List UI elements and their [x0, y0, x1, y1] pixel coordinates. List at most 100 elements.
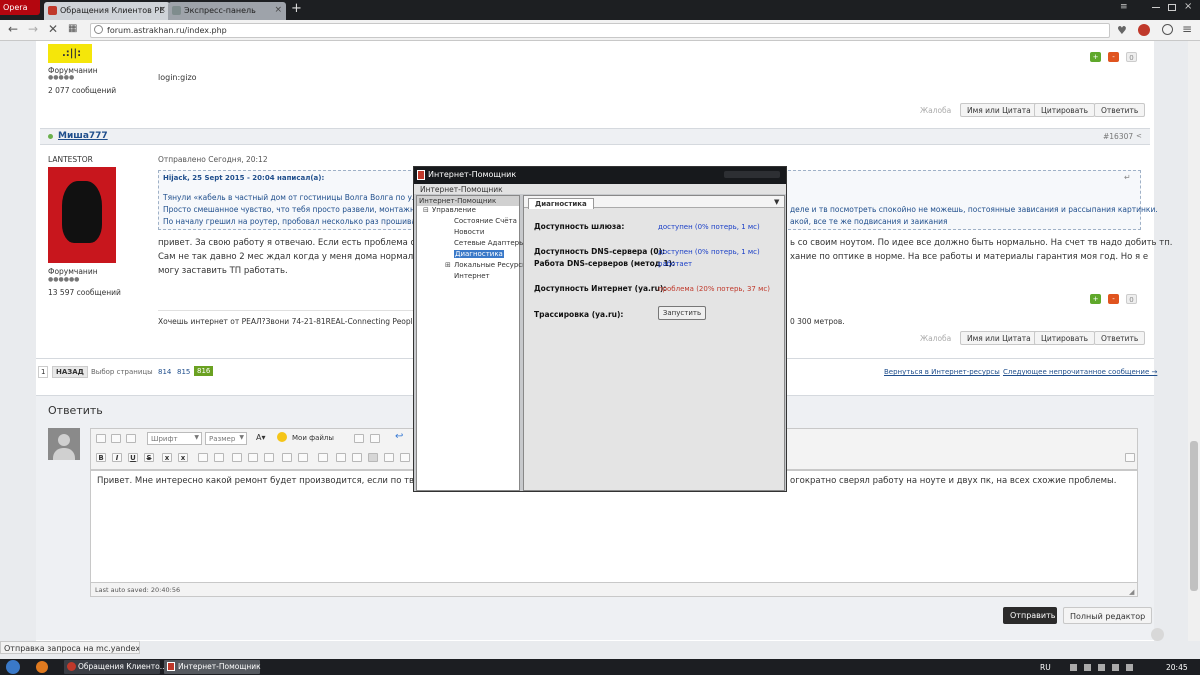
- toolbar-collapse-icon[interactable]: [1125, 453, 1135, 462]
- tray-icon[interactable]: [1112, 664, 1119, 671]
- vote-up-button[interactable]: +: [1090, 52, 1101, 62]
- subscript-button[interactable]: x: [162, 453, 172, 462]
- scrollbar-thumb[interactable]: [1190, 441, 1198, 591]
- tree-item[interactable]: Сетевые Адаптеры: [417, 239, 525, 250]
- tree-item[interactable]: ⊟ Управление: [417, 206, 519, 217]
- vote-down-button[interactable]: -: [1108, 294, 1119, 304]
- paste-icon[interactable]: [318, 453, 328, 462]
- window-controls[interactable]: ×: [1150, 1, 1196, 15]
- pagination-back[interactable]: НАЗАД: [52, 366, 88, 378]
- insert-image-icon[interactable]: [264, 453, 274, 462]
- pagination-page[interactable]: 815: [177, 368, 190, 376]
- link-icon[interactable]: [232, 453, 242, 462]
- grid-icon[interactable]: ▦: [68, 22, 77, 36]
- complain-link[interactable]: Жалоба: [920, 334, 951, 343]
- align-right-icon[interactable]: [384, 453, 394, 462]
- tree-item[interactable]: ⊞ Локальные Ресурсы: [417, 261, 528, 272]
- name-quote-button[interactable]: Имя или Цитата: [960, 331, 1038, 345]
- start-button-icon[interactable]: [6, 660, 20, 674]
- reply-button[interactable]: Ответить: [1094, 331, 1146, 345]
- share-icon[interactable]: <: [1136, 132, 1142, 140]
- tree-item[interactable]: Интернет: [417, 272, 519, 283]
- smiley-icon[interactable]: [277, 432, 287, 442]
- full-editor-button[interactable]: Полный редактор: [1063, 607, 1153, 624]
- remove-format-icon[interactable]: [126, 434, 136, 443]
- opera-menu-button[interactable]: Opera: [0, 0, 40, 15]
- vote-up-button[interactable]: +: [1090, 294, 1101, 304]
- next-unread-link[interactable]: Следующее непрочитанное сообщение →: [1003, 368, 1157, 376]
- quote-expand-icon[interactable]: ↵: [1124, 173, 1131, 182]
- italic-button[interactable]: I: [112, 453, 122, 462]
- tab-active[interactable]: Обращения Клиентов РЕ ×: [44, 2, 170, 20]
- network-icon[interactable]: [1084, 664, 1091, 671]
- tray-icon[interactable]: [1070, 664, 1077, 671]
- numbered-list-icon[interactable]: [214, 453, 224, 462]
- vote-down-button[interactable]: -: [1108, 52, 1119, 62]
- eraser-icon[interactable]: [111, 434, 121, 443]
- window-titlebar[interactable]: Интернет-Помощник: [414, 167, 786, 184]
- bullet-list-icon[interactable]: [198, 453, 208, 462]
- tray-icon[interactable]: [1126, 664, 1133, 671]
- indent-icon[interactable]: [400, 453, 410, 462]
- new-tab-button[interactable]: +: [291, 2, 302, 16]
- tray-icons[interactable]: [1070, 663, 1150, 672]
- align-left-icon[interactable]: [336, 453, 346, 462]
- tab-menu-icon[interactable]: ≡: [1120, 2, 1128, 12]
- tree-item[interactable]: Состояние Счёта: [417, 217, 519, 228]
- undo-icon[interactable]: ↩: [395, 431, 403, 442]
- code-icon[interactable]: [282, 453, 292, 462]
- menu-icon[interactable]: ≡: [1182, 22, 1192, 36]
- bold-button[interactable]: B: [96, 453, 106, 462]
- taskbar-item-helper[interactable]: Интернет-Помощник: [164, 660, 261, 674]
- url-input[interactable]: forum.astrakhan.ru/index.php: [90, 23, 1110, 38]
- tab-express-panel[interactable]: Экспресс-панель ×: [168, 2, 286, 20]
- complain-link[interactable]: Жалоба: [920, 106, 951, 115]
- heart-icon[interactable]: ♥: [1117, 24, 1127, 37]
- window-controls[interactable]: [724, 171, 780, 178]
- menu-item[interactable]: Интернет-Помощник: [420, 185, 503, 194]
- post-number[interactable]: #16307: [1103, 132, 1133, 141]
- image-icon[interactable]: [370, 434, 380, 443]
- strike-button[interactable]: S: [144, 453, 154, 462]
- tree-item[interactable]: Диагностика: [417, 250, 519, 261]
- tree-toggle-icon[interactable]: ⊟: [423, 206, 432, 214]
- send-button[interactable]: Отправить: [1003, 607, 1057, 624]
- reply-button[interactable]: Ответить: [1094, 103, 1146, 117]
- close-window-icon[interactable]: ×: [1184, 1, 1192, 12]
- tab-diagnostics[interactable]: Диагностика: [528, 198, 594, 209]
- unlink-icon[interactable]: [248, 453, 258, 462]
- text-color-icon[interactable]: A▾: [256, 433, 266, 442]
- font-select[interactable]: Шрифт ▼: [147, 432, 202, 445]
- close-icon[interactable]: ×: [274, 5, 282, 15]
- adblock-icon[interactable]: [1138, 24, 1150, 36]
- back-to-section-link[interactable]: Вернуться в Интернет-ресурсы: [884, 368, 1000, 376]
- download-icon[interactable]: [1162, 24, 1173, 35]
- volume-icon[interactable]: [1098, 664, 1105, 671]
- run-trace-button[interactable]: Запустить: [658, 306, 706, 320]
- name-quote-button[interactable]: Имя или Цитата: [960, 103, 1038, 117]
- quote-button[interactable]: Цитировать: [1034, 331, 1096, 345]
- forward-arrow-icon[interactable]: →: [28, 22, 38, 36]
- minimize-icon[interactable]: [1152, 7, 1160, 8]
- chevron-down-icon[interactable]: ▼: [774, 198, 779, 206]
- tree-toggle-icon[interactable]: ⊞: [445, 261, 454, 269]
- taskbar-item-browser[interactable]: Обращения Клиенто...: [64, 660, 167, 674]
- pagination-choose[interactable]: Выбор страницы: [91, 368, 153, 376]
- stop-icon[interactable]: ✕: [48, 22, 58, 36]
- close-icon[interactable]: ×: [158, 5, 166, 15]
- scrollbar[interactable]: [1188, 41, 1200, 641]
- superscript-button[interactable]: x: [178, 453, 188, 462]
- align-center-icon[interactable]: [352, 453, 362, 462]
- firefox-icon[interactable]: [36, 661, 48, 673]
- underline-button[interactable]: U: [128, 453, 138, 462]
- maximize-icon[interactable]: [1168, 4, 1176, 11]
- resize-handle-icon[interactable]: ◢: [1129, 588, 1134, 596]
- post-author[interactable]: Миша777: [58, 131, 108, 141]
- my-files-button[interactable]: Мои файлы: [292, 434, 334, 442]
- quote-icon[interactable]: [298, 453, 308, 462]
- source-icon[interactable]: [96, 434, 106, 443]
- pagination-first[interactable]: 1: [38, 366, 49, 378]
- tree-item[interactable]: Новости: [417, 228, 519, 239]
- media-icon[interactable]: [354, 434, 364, 443]
- size-select[interactable]: Размер ▼: [205, 432, 247, 445]
